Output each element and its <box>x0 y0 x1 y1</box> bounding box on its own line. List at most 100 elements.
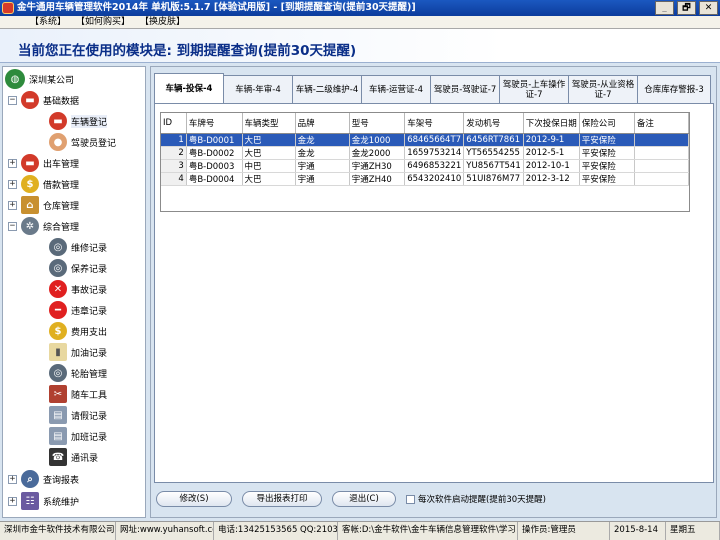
cell: 中巴 <box>242 159 296 173</box>
column-header[interactable]: 车架号 <box>404 113 465 134</box>
tree-item-system[interactable]: + ☷ 系统维护 <box>8 491 79 511</box>
status-website: 网址:www.yuhansoft.com <box>116 522 214 540</box>
table-row[interactable]: 3 粤B-D0003 中巴 宇通 宇通ZH30 6496853221 YU856… <box>161 159 689 173</box>
column-header[interactable]: 型号 <box>349 113 406 134</box>
tab-secondary-maintenance[interactable]: 车辆-二级维护-4 <box>292 75 362 103</box>
tools-icon: ✂ <box>49 385 67 403</box>
action-bar: 修改(S) 导出报表打印 退出(C) 每次软件启动提醒(提前30天提醒) <box>156 491 546 507</box>
column-header[interactable]: 发动机号 <box>463 113 524 134</box>
tree-item-driver-register[interactable]: ● 驾驶员登记 <box>49 132 116 152</box>
cell: 大巴 <box>242 133 296 147</box>
tree-item-vehicle-register[interactable]: ▬ 车辆登记 <box>49 111 108 131</box>
expand-icon[interactable]: + <box>8 179 17 189</box>
column-header[interactable]: 下次投保日期 <box>523 113 580 134</box>
cell: 宇通ZH30 <box>349 159 406 173</box>
menu-system[interactable]: 【系统】 <box>30 16 66 28</box>
tree-item-expense[interactable]: $ 费用支出 <box>49 321 107 341</box>
row-id: 4 <box>161 172 187 186</box>
cell: 平安保险 <box>579 146 635 160</box>
export-print-button[interactable]: 导出报表打印 <box>242 491 322 507</box>
cell <box>634 172 689 186</box>
column-header[interactable]: 品牌 <box>295 113 350 134</box>
tree-item-dispatch[interactable]: + ▬ 出车管理 <box>8 153 79 173</box>
cell: 宇通 <box>295 172 350 186</box>
column-header[interactable]: 备注 <box>634 113 689 134</box>
checkbox-box[interactable] <box>406 494 415 504</box>
data-grid[interactable]: ID 车牌号 车辆类型 品牌 型号 车架号 发动机号 下次投保日期 保险公司 备… <box>160 112 690 212</box>
tab-strip: 车辆-投保-4 车辆-年审-4 车辆-二级维护-4 车辆-运营证-4 驾驶员-驾… <box>154 73 711 103</box>
table-row[interactable]: 4 粤B-D0004 大巴 宇通 宇通ZH40 6543202410 51UI8… <box>161 172 689 186</box>
window-title: 金牛通用车辆管理软件2014年 单机版:5.1.7 [体验试用版] - [到期提… <box>17 2 416 13</box>
money-icon: $ <box>49 322 67 340</box>
expand-icon[interactable]: + <box>8 496 17 506</box>
magnifier-icon: ⌕ <box>21 470 39 488</box>
status-weekday: 星期五 <box>666 522 720 540</box>
tab-stock-alert[interactable]: 仓库库存警报-3 <box>637 75 711 103</box>
tab-operation-certificate[interactable]: 驾驶员-上车操作证-7 <box>499 75 569 103</box>
cell: 68465664T7 <box>404 133 465 147</box>
menu-change-skin[interactable]: 【换皮肤】 <box>140 16 185 28</box>
document-icon: ▤ <box>49 406 67 424</box>
tree-item-warehouse[interactable]: + ⌂ 仓库管理 <box>8 195 79 215</box>
tree-item-repair[interactable]: ◎ 维修记录 <box>49 237 107 257</box>
cell: 宇通ZH40 <box>349 172 406 186</box>
module-banner: 当前您正在使用的模块是: 到期提醒查询(提前30天提醒) <box>0 29 720 63</box>
tree-item-tools[interactable]: ✂ 随车工具 <box>49 384 107 404</box>
cell: 粤B-D0002 <box>186 146 243 160</box>
restore-button[interactable]: 🗗 <box>677 1 696 15</box>
person-icon: ● <box>49 133 67 151</box>
tree-item-general[interactable]: − ✲ 综合管理 <box>8 216 79 236</box>
menu-how-to-buy[interactable]: 【如何购买】 <box>76 16 130 28</box>
tree-item-overtime[interactable]: ▤ 加班记录 <box>49 426 107 446</box>
expand-icon[interactable]: + <box>8 474 17 484</box>
cell: 金龙1000 <box>349 133 406 147</box>
startup-reminder-checkbox[interactable]: 每次软件启动提醒(提前30天提醒) <box>406 493 546 505</box>
collapse-icon[interactable]: − <box>8 95 17 105</box>
close-button[interactable]: ✕ <box>699 1 718 15</box>
tree-item-tire[interactable]: ◎ 轮胎管理 <box>49 363 107 383</box>
column-header[interactable]: 保险公司 <box>579 113 635 134</box>
status-path: 客帐:D:\金牛软件\金牛车辆信息管理软件\学习 <box>338 522 518 540</box>
tab-driving-license[interactable]: 驾驶员-驾驶证-7 <box>430 75 500 103</box>
tree-item-violation[interactable]: ━ 违章记录 <box>49 300 107 320</box>
exit-button[interactable]: 退出(C) <box>332 491 396 507</box>
module-title: 当前您正在使用的模块是: 到期提醒查询(提前30天提醒) <box>18 43 357 59</box>
cell: 6496853221 <box>404 159 465 173</box>
collapse-icon[interactable]: − <box>8 221 17 231</box>
expand-icon[interactable]: + <box>8 200 17 210</box>
error-icon: ✕ <box>49 280 67 298</box>
tree-root[interactable]: ◍ 深圳某公司 <box>5 69 74 89</box>
tree-item-accident[interactable]: ✕ 事故记录 <box>49 279 107 299</box>
contacts-icon: ☎ <box>49 448 67 466</box>
gear-icon: ✲ <box>21 217 39 235</box>
cell <box>634 133 689 147</box>
tab-qualification-certificate[interactable]: 驾驶员-从业资格证-7 <box>568 75 638 103</box>
tree-item-reports[interactable]: + ⌕ 查询报表 <box>8 469 79 489</box>
table-row[interactable]: 2 粤B-D0002 大巴 金龙 金龙2000 1659753214 YT565… <box>161 146 689 160</box>
tree-item-loan[interactable]: + $ 借款管理 <box>8 174 79 194</box>
expand-icon[interactable]: + <box>8 158 17 168</box>
tree-item-leave[interactable]: ▤ 请假记录 <box>49 405 107 425</box>
status-date: 2015-8-14 <box>610 522 666 540</box>
tab-annual-review[interactable]: 车辆-年审-4 <box>223 75 293 103</box>
cell <box>634 159 689 173</box>
insurance-table: ID 车牌号 车辆类型 品牌 型号 车架号 发动机号 下次投保日期 保险公司 备… <box>161 113 689 186</box>
tree-item-maintenance[interactable]: ◎ 保养记录 <box>49 258 107 278</box>
table-row[interactable]: 1 粤B-D0001 大巴 金龙 金龙1000 68465664T7 6456R… <box>161 133 689 147</box>
table-header: ID 车牌号 车辆类型 品牌 型号 车架号 发动机号 下次投保日期 保险公司 备… <box>161 113 689 134</box>
minimize-button[interactable]: _ <box>655 1 674 15</box>
column-header[interactable]: 车辆类型 <box>242 113 296 134</box>
tab-insurance[interactable]: 车辆-投保-4 <box>154 73 224 103</box>
nav-tree: ◍ 深圳某公司 − ▬ 基础数据 ▬ 车辆登记 ● 驾驶员登记 + ▬ 出车管理… <box>2 66 146 518</box>
column-header[interactable]: ID <box>161 113 187 134</box>
tree-item-contacts[interactable]: ☎ 通讯录 <box>49 447 98 467</box>
edit-button[interactable]: 修改(S) <box>156 491 232 507</box>
tab-operating-permit[interactable]: 车辆-运营证-4 <box>361 75 431 103</box>
row-id: 2 <box>161 146 187 160</box>
tree-item-fuel[interactable]: ▮ 加油记录 <box>49 342 107 362</box>
tree-item-basic-data[interactable]: − ▬ 基础数据 <box>8 90 79 110</box>
column-header[interactable]: 车牌号 <box>186 113 243 134</box>
cell <box>634 146 689 160</box>
cell: 平安保险 <box>579 133 635 147</box>
car-icon: ▬ <box>21 91 39 109</box>
